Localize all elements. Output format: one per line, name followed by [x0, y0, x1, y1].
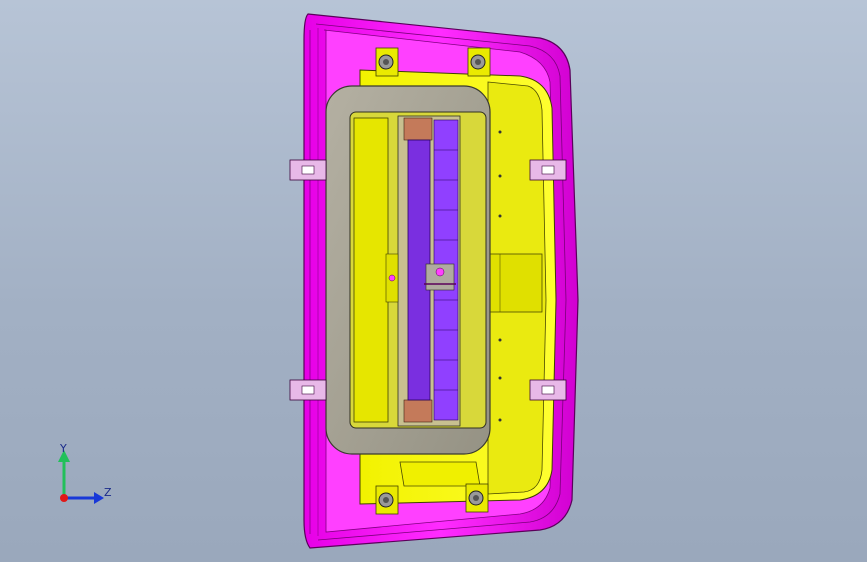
- coordinate-triad[interactable]: Y Z: [44, 436, 124, 516]
- clip-icon[interactable]: [289, 379, 327, 401]
- screw-head-icon[interactable]: [375, 47, 399, 77]
- z-axis-label: Z: [104, 486, 112, 499]
- y-axis-label: Y: [59, 442, 67, 455]
- cad-3d-viewport[interactable]: Y Z: [0, 0, 867, 562]
- x-axis-origin: [60, 494, 68, 502]
- z-arrow-icon: [94, 492, 104, 504]
- screw-head-icon[interactable]: [467, 47, 491, 77]
- screw-head-icon[interactable]: [375, 485, 399, 515]
- model-canvas[interactable]: [0, 0, 867, 562]
- screw-head-icon[interactable]: [465, 483, 489, 513]
- clip-icon[interactable]: [529, 379, 567, 401]
- clip-icon[interactable]: [289, 159, 327, 181]
- clip-icon[interactable]: [529, 159, 567, 181]
